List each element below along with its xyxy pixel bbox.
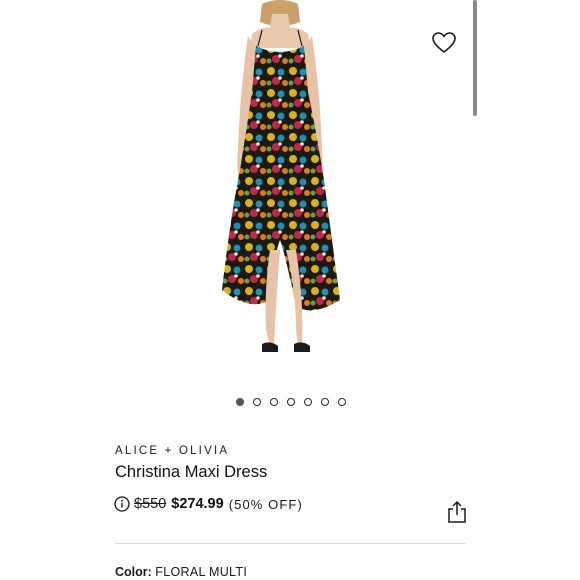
wishlist-button[interactable] (428, 28, 460, 58)
carousel-dot-4[interactable] (287, 398, 295, 406)
discount-label: (50% OFF) (228, 496, 303, 512)
product-image[interactable] (0, 0, 580, 380)
carousel-dot-3[interactable] (270, 398, 278, 406)
color-value: FLORAL MULTI (155, 565, 248, 579)
carousel-dot-1[interactable] (236, 398, 244, 406)
product-title: Christina Maxi Dress (115, 463, 268, 481)
share-icon (448, 500, 466, 523)
brand-name[interactable]: ALICE + OLIVIA (115, 445, 229, 457)
scrollbar[interactable] (473, 0, 477, 116)
carousel-dot-5[interactable] (304, 398, 312, 406)
heart-icon (432, 32, 456, 54)
product-photo-dress (222, 0, 340, 352)
color-selection: Color: FLORAL MULTI (115, 565, 247, 579)
info-icon[interactable] (114, 496, 130, 512)
original-price: $550 (134, 496, 167, 512)
color-label: Color: (115, 565, 156, 579)
sale-price: $274.99 (171, 496, 224, 512)
divider (115, 543, 466, 544)
share-button[interactable] (447, 500, 467, 524)
carousel-dot-2[interactable] (253, 398, 261, 406)
carousel-dot-6[interactable] (321, 398, 329, 406)
price-row: $550 $274.99 (50% OFF) (114, 494, 303, 514)
carousel-dot-7[interactable] (338, 398, 346, 406)
image-carousel-dots (0, 398, 580, 408)
